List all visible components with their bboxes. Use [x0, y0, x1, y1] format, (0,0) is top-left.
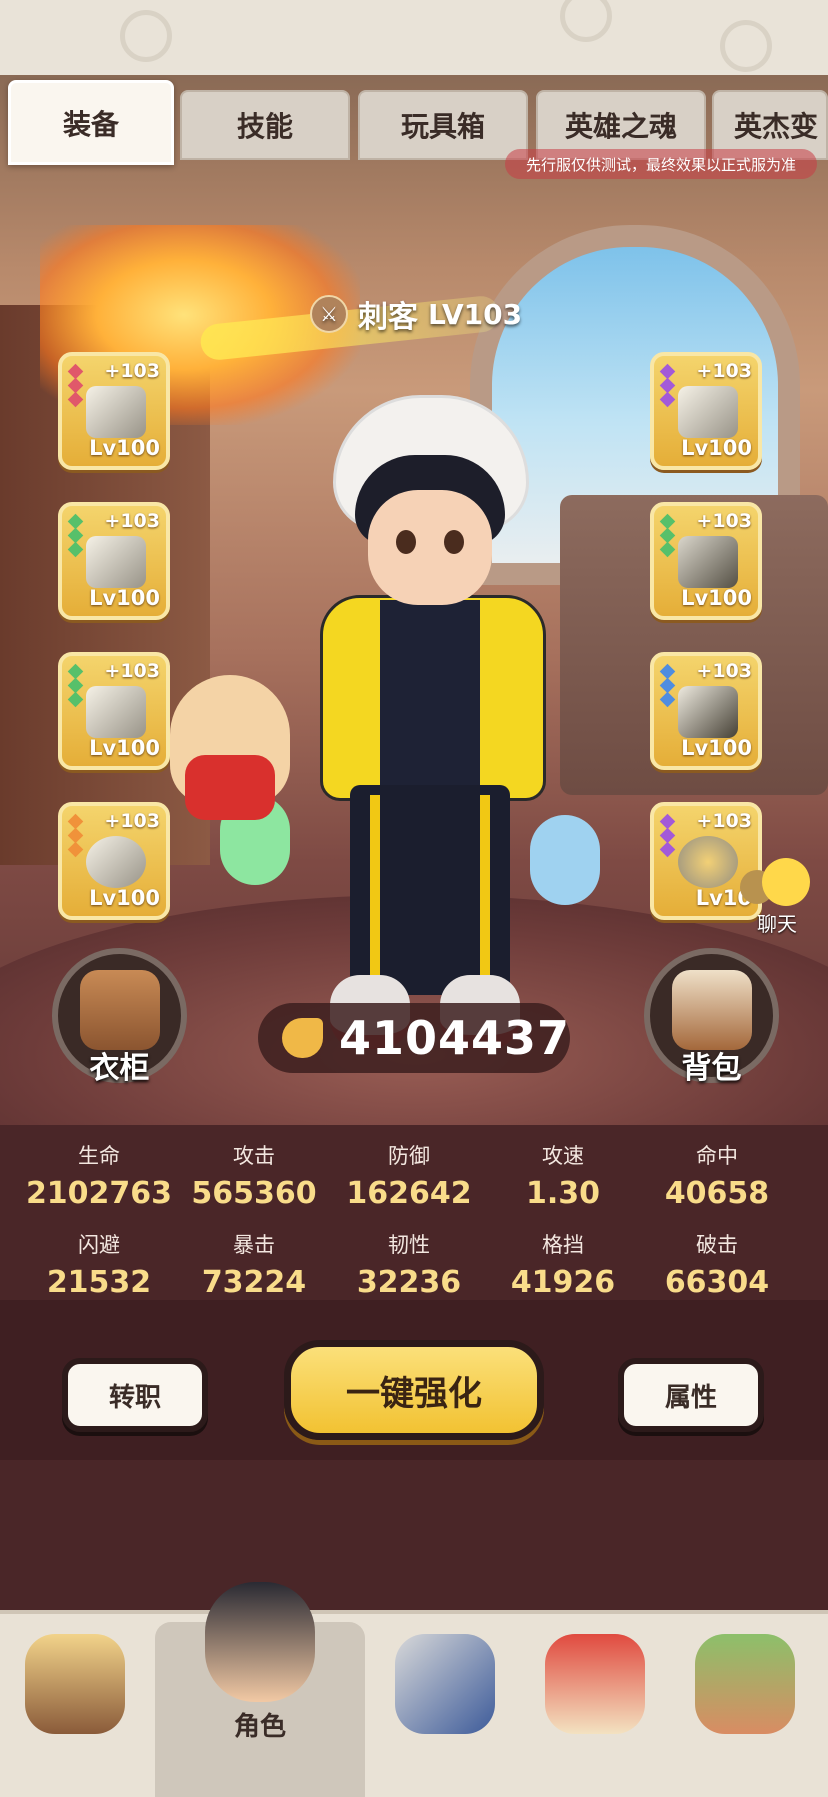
bottom-nav: 角色 [0, 1582, 828, 1797]
stat-attack-speed: 攻速 1.30 [525, 1144, 601, 1211]
eye [444, 530, 464, 554]
class-name: 刺客 [358, 300, 418, 335]
gauntlet-icon [86, 686, 146, 738]
tab-toybox[interactable]: 玩具箱 [358, 90, 528, 160]
tribe-mask-icon [25, 1634, 125, 1734]
pants-stripe [370, 795, 380, 985]
swirl-icon [560, 0, 612, 42]
swirl-icon [120, 10, 172, 62]
tab-equipment[interactable]: 装备 [8, 80, 174, 165]
nav-item-character[interactable]: 角色 [155, 1582, 365, 1797]
vest-icon [80, 970, 160, 1050]
nav-item-totem[interactable] [670, 1634, 820, 1784]
backpack-button[interactable]: 背包 [644, 948, 779, 1086]
equipment-slot-weapon[interactable]: +103 Lv100 [58, 352, 170, 470]
nav-item-pet[interactable] [520, 1634, 670, 1784]
chat-face-icon [762, 858, 810, 906]
stat-defense: 防御 162642 [346, 1144, 472, 1211]
dragon-pet-icon [545, 1634, 645, 1734]
combat-power: 4104437 [258, 1003, 570, 1073]
stat-crit: 暴击 73224 [201, 1233, 307, 1300]
class-level: LV103 [428, 297, 523, 331]
belt-icon [678, 536, 738, 588]
character-shirt [380, 600, 480, 790]
equipment-slot-boots[interactable]: +103 Lv100 [650, 652, 762, 770]
dagger-icon [86, 386, 146, 438]
pants-stripe [480, 795, 490, 985]
character-model[interactable] [220, 395, 600, 1055]
dagger-icon [678, 386, 738, 438]
ring-icon [86, 836, 146, 888]
nav-item-equipment[interactable] [370, 1634, 520, 1784]
muscle-arm-icon [282, 1018, 323, 1058]
boots-icon [678, 686, 738, 738]
equipment-slot-gloves[interactable]: +103 Lv100 [58, 652, 170, 770]
totem-icon [695, 1634, 795, 1734]
necklace-icon [678, 836, 738, 888]
stat-accuracy: 命中 40658 [664, 1144, 770, 1211]
swirl-icon [720, 20, 772, 72]
enhance-all-button[interactable]: 一键强化 [284, 1340, 544, 1440]
stat-attack: 攻击 565360 [191, 1144, 317, 1211]
stat-pierce: 破击 66304 [664, 1233, 770, 1300]
stat-toughness: 韧性 32236 [356, 1233, 462, 1300]
glove-weapon-right [530, 815, 600, 905]
eye [396, 530, 416, 554]
wardrobe-button[interactable]: 衣柜 [52, 948, 187, 1086]
stat-hp: 生命 2102763 [25, 1144, 173, 1211]
stat-block: 格挡 41926 [510, 1233, 616, 1300]
equipment-slot-weapon-2[interactable]: +103 Lv100 [650, 352, 762, 470]
test-server-notice: 先行服仅供测试，最终效果以正式服为准 [505, 149, 817, 179]
top-decoration [0, 0, 828, 75]
equipment-slot-offhand[interactable]: +103 Lv100 [58, 502, 170, 620]
class-level-label: ⚔ 刺客 LV103 [310, 294, 523, 335]
companion-pet-body [185, 755, 275, 820]
hero-portrait-icon [205, 1582, 315, 1702]
character-face [368, 490, 492, 605]
blade-icon [86, 536, 146, 588]
stat-dodge: 闪避 21532 [46, 1233, 152, 1300]
change-class-button[interactable]: 转职 [62, 1358, 208, 1432]
stats-panel: 生命 2102763 攻击 565360 防御 162642 攻速 1.30 命中 406… [0, 1125, 828, 1325]
nav-item-tribe[interactable] [0, 1634, 150, 1784]
backpack-icon [672, 970, 752, 1050]
chat-button[interactable]: 聊天 [740, 858, 810, 938]
attributes-button[interactable]: 属性 [618, 1358, 764, 1432]
assassin-class-icon: ⚔ [310, 295, 348, 333]
equipment-slot-ring[interactable]: +103 Lv100 [58, 802, 170, 920]
equipment-slot-belt[interactable]: +103 Lv100 [650, 502, 762, 620]
lower-panel [0, 1460, 828, 1610]
combat-power-value: 4104437 [338, 1011, 570, 1065]
weapon-shield-icon [395, 1634, 495, 1734]
tab-skills[interactable]: 技能 [180, 90, 350, 160]
